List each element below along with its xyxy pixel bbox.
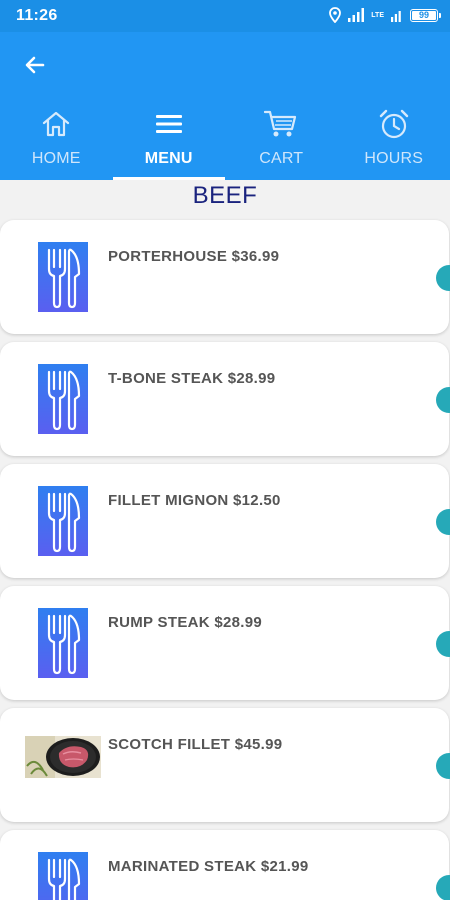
cutlery-icon bbox=[38, 608, 88, 678]
status-bar: 11:26 LTE 99 bbox=[0, 0, 450, 32]
menu-item-name: PORTERHOUSE $36.99 bbox=[108, 248, 280, 265]
tab-menu[interactable]: MENU bbox=[112, 104, 225, 180]
add-to-cart-button[interactable] bbox=[436, 265, 450, 291]
section-title: BEEF bbox=[192, 182, 258, 209]
menu-item-card[interactable]: FILLET MIGNON $12.50 bbox=[0, 464, 450, 578]
menu-item-card[interactable]: PORTERHOUSE $36.99 bbox=[0, 220, 450, 334]
menu-item-card[interactable]: RUMP STEAK $28.99 bbox=[0, 586, 450, 700]
tab-cart[interactable]: CART bbox=[225, 104, 338, 180]
network-type-label: LTE bbox=[371, 11, 384, 19]
location-icon bbox=[329, 7, 342, 23]
steak-photo bbox=[25, 736, 101, 778]
menu-icon bbox=[155, 115, 182, 133]
add-to-cart-button[interactable] bbox=[436, 631, 450, 657]
cutlery-icon bbox=[38, 364, 88, 434]
menu-item-name: RUMP STEAK $28.99 bbox=[108, 614, 263, 631]
menu-item-card[interactable]: MARINATED STEAK $21.99 bbox=[0, 830, 450, 900]
tab-hours-label: HOURS bbox=[364, 150, 424, 167]
arrow-left-icon bbox=[25, 56, 45, 74]
status-time: 11:26 bbox=[16, 7, 58, 24]
cart-icon bbox=[264, 110, 297, 137]
add-to-cart-button[interactable] bbox=[436, 387, 450, 413]
tab-menu-label: MENU bbox=[144, 150, 193, 167]
menu-item-card[interactable]: SCOTCH FILLET $45.99 bbox=[0, 708, 450, 822]
active-tab-indicator bbox=[112, 177, 225, 180]
nav-tabs: HOME MENU CART HOURS bbox=[0, 104, 450, 180]
add-to-cart-button[interactable] bbox=[436, 509, 450, 535]
tab-home[interactable]: HOME bbox=[0, 104, 113, 180]
status-icons: LTE 99 bbox=[329, 7, 441, 23]
menu-item-card[interactable]: T-BONE STEAK $28.99 bbox=[0, 342, 450, 456]
signal-icon bbox=[391, 11, 401, 22]
menu-item-name: T-BONE STEAK $28.99 bbox=[108, 370, 276, 387]
battery-level: 99 bbox=[418, 10, 429, 20]
back-button[interactable] bbox=[18, 48, 52, 82]
home-icon bbox=[43, 111, 70, 137]
tab-cart-label: CART bbox=[259, 150, 304, 167]
app-bar: HOME MENU CART HOURS bbox=[0, 32, 450, 180]
menu-item-name: SCOTCH FILLET $45.99 bbox=[108, 736, 283, 753]
tab-hours[interactable]: HOURS bbox=[338, 104, 450, 180]
battery-icon: 99 bbox=[410, 8, 441, 22]
cutlery-icon bbox=[38, 242, 88, 312]
cutlery-icon bbox=[38, 852, 88, 900]
menu-item-name: FILLET MIGNON $12.50 bbox=[108, 492, 281, 509]
menu-item-name: MARINATED STEAK $21.99 bbox=[108, 858, 309, 875]
cutlery-icon bbox=[38, 486, 88, 556]
alarm-clock-icon bbox=[379, 109, 408, 139]
signal-icon bbox=[348, 8, 365, 22]
add-to-cart-button[interactable] bbox=[436, 875, 450, 900]
tab-home-label: HOME bbox=[31, 150, 81, 167]
add-to-cart-button[interactable] bbox=[436, 753, 450, 779]
